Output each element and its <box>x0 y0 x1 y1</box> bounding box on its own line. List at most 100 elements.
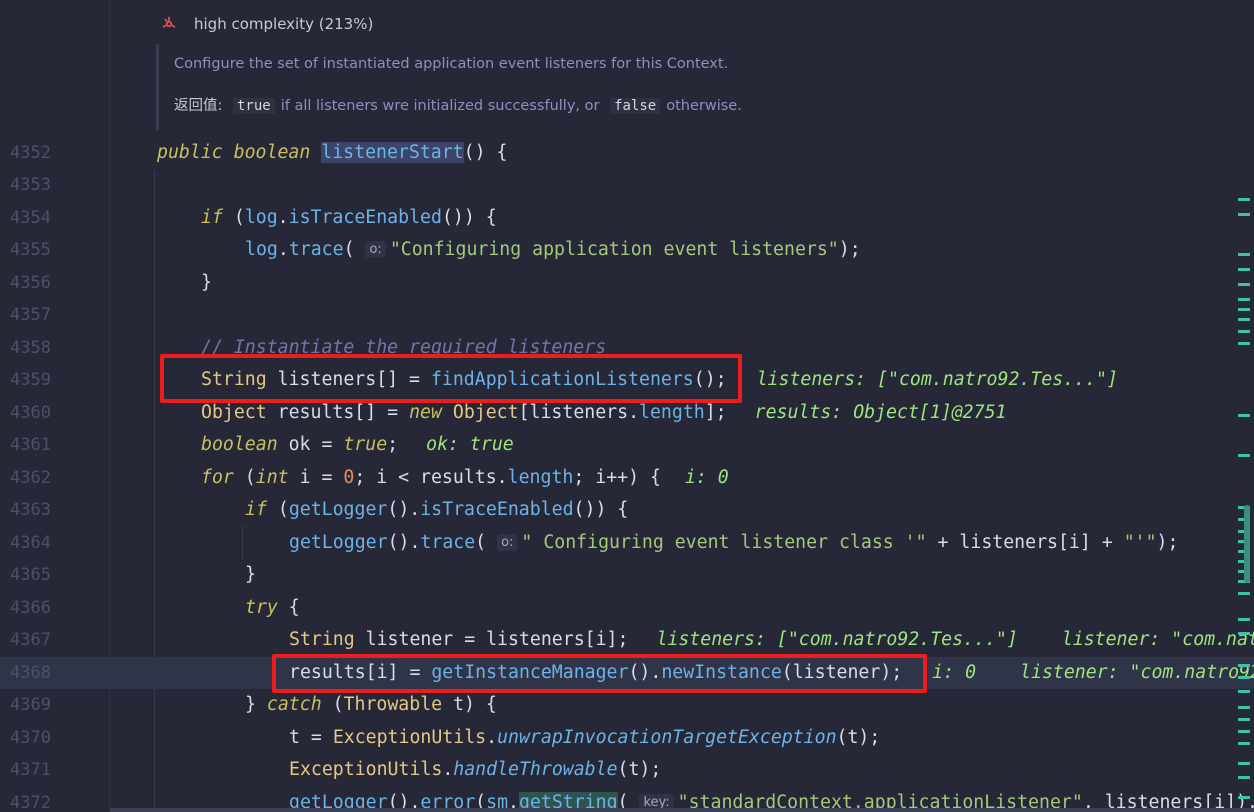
scroll-marker <box>1238 330 1250 333</box>
line-number: 4355 <box>10 240 51 260</box>
method-call: getLogger <box>288 499 388 520</box>
doc-returns: 返回值: true if all listeners wre initialize… <box>174 94 742 115</box>
code-text: { <box>277 597 300 618</box>
scroll-marker <box>1238 762 1250 765</box>
debug-inline-value[interactable]: i: 0 <box>685 467 729 488</box>
debug-inline-value[interactable]: listener: "com.natro92.Te <box>1020 662 1254 683</box>
doc-block-bar <box>156 44 159 130</box>
code-text: [listeners. <box>518 402 640 423</box>
type: ExceptionUtils <box>332 727 487 748</box>
code-line-4356[interactable]: } <box>110 267 1254 299</box>
returns-label: 返回值: <box>174 98 223 114</box>
code-line-4371[interactable]: ExceptionUtils.handleThrowable(t); <box>110 754 1254 786</box>
keyword: if <box>245 499 267 520</box>
keyword: new <box>409 402 442 423</box>
code-line-4355[interactable]: log.trace( o: "Configuring application ev… <box>110 234 1254 266</box>
line-number: 4365 <box>10 565 51 585</box>
line-number: 4362 <box>10 468 51 488</box>
debug-inline-value[interactable]: i: 0 <box>932 662 976 683</box>
code-line-4366[interactable]: try { <box>110 592 1254 624</box>
code-text: . <box>277 239 289 260</box>
horizontal-scrollbar[interactable] <box>110 808 1254 812</box>
scroll-marker <box>1238 298 1250 301</box>
doc-description: Configure the set of instantiated applic… <box>174 56 729 72</box>
scroll-marker <box>1238 690 1250 693</box>
method-name[interactable]: listenerStart <box>321 142 464 163</box>
code-text: ; i < results. <box>354 467 508 488</box>
complexity-icon <box>162 17 176 28</box>
code-text: } <box>245 694 267 715</box>
returns-end: otherwise. <box>666 98 742 114</box>
code-text: + listeners[i] + <box>926 532 1124 553</box>
code-text: . <box>277 207 289 228</box>
code-line-4361[interactable]: boolean ok = true; ok: true <box>110 429 1254 461</box>
code-text: t = <box>289 727 333 748</box>
param-hint: o: <box>497 534 518 551</box>
scroll-marker <box>1238 742 1250 745</box>
code-line-4369[interactable]: } catch (Throwable t) { <box>110 689 1254 721</box>
line-number: 4371 <box>10 760 51 780</box>
scroll-marker <box>1238 776 1250 779</box>
method-call: isTraceEnabled <box>288 207 442 228</box>
scroll-marker <box>1238 454 1250 457</box>
line-number-gutter: 4352 4353 4354 4355 4356 4357 4358 4359 … <box>0 0 110 812</box>
keyword: true <box>343 434 388 455</box>
debug-inline-value[interactable]: listeners: ["com.natro92.Tes..."] <box>656 629 1017 650</box>
code-text: (t); <box>617 759 662 780</box>
keyword: try <box>245 597 278 618</box>
code-text: (t); <box>836 727 881 748</box>
type: String <box>289 629 355 650</box>
line-number: 4368 <box>0 657 110 689</box>
highlight-box-newinstance <box>272 654 927 693</box>
keyword: int <box>255 467 289 488</box>
returns-true: true <box>233 98 275 114</box>
line-number: 4366 <box>10 598 51 618</box>
method-call: trace <box>420 532 476 553</box>
scroll-marker <box>1238 664 1250 667</box>
code-line-4352[interactable]: public boolean listenerStart() { <box>110 137 1254 169</box>
code-text: ok = <box>277 434 344 455</box>
debug-inline-value[interactable]: ok: true <box>426 434 514 455</box>
line-number: 4352 <box>10 143 51 163</box>
line-number: 4370 <box>10 728 51 748</box>
code-line-4363[interactable]: if (getLogger().isTraceEnabled()) { <box>110 494 1254 526</box>
keyword: boolean <box>233 142 311 163</box>
debug-inline-value[interactable]: results: Object[1]@2751 <box>755 402 1007 423</box>
scroll-marker <box>1238 676 1250 679</box>
code-line-4365[interactable]: } <box>110 559 1254 591</box>
method-call: trace <box>288 239 344 260</box>
scroll-marker <box>1238 342 1250 345</box>
code-line-4362[interactable]: for (int i = 0; i < results.length; i++)… <box>110 462 1254 494</box>
code-line-4367[interactable]: String listener = listeners[i]; listeners… <box>110 624 1254 656</box>
debug-inline-value[interactable]: listener: "com.natro92.Te <box>1062 629 1254 650</box>
code-text: (). <box>387 499 421 520</box>
code-text: ( <box>321 694 344 715</box>
code-editor[interactable]: high complexity (213%) Configure the set… <box>110 0 1254 812</box>
scrollbar-thumb[interactable] <box>1244 505 1250 583</box>
scroll-marker <box>1238 283 1250 286</box>
code-line-4364[interactable]: getLogger().trace( o: " Configuring event… <box>110 527 1254 559</box>
scroll-marker <box>1238 592 1250 595</box>
string: " Configuring event listener class '" <box>521 532 927 553</box>
line-number: 4369 <box>10 695 51 715</box>
keyword: catch <box>266 694 322 715</box>
keyword: public <box>157 142 223 163</box>
code-line-4370[interactable]: t = ExceptionUtils.unwrapInvocationTarge… <box>110 722 1254 754</box>
code-text: . <box>442 759 454 780</box>
code-text: ()) { <box>441 207 497 228</box>
code-line-4354[interactable]: if (log.isTraceEnabled()) { <box>110 202 1254 234</box>
returns-mid: if all listeners wre initialized success… <box>280 98 600 114</box>
field: length <box>507 467 574 488</box>
code-text: t) { <box>442 694 497 715</box>
debug-inline-value[interactable]: listeners: ["com.natro92.Tes..."] <box>757 369 1118 390</box>
scroll-marker <box>1238 730 1250 733</box>
line-number: 4363 <box>10 500 51 520</box>
line-number: 4354 <box>10 208 51 228</box>
code-text: results[] = <box>266 402 410 423</box>
scroll-marker <box>1238 414 1250 417</box>
number: 0 <box>343 467 355 488</box>
code-text: ; <box>387 434 399 455</box>
string: "'" <box>1123 532 1157 553</box>
code-text: ( <box>233 467 256 488</box>
code-text: ); <box>838 239 861 260</box>
